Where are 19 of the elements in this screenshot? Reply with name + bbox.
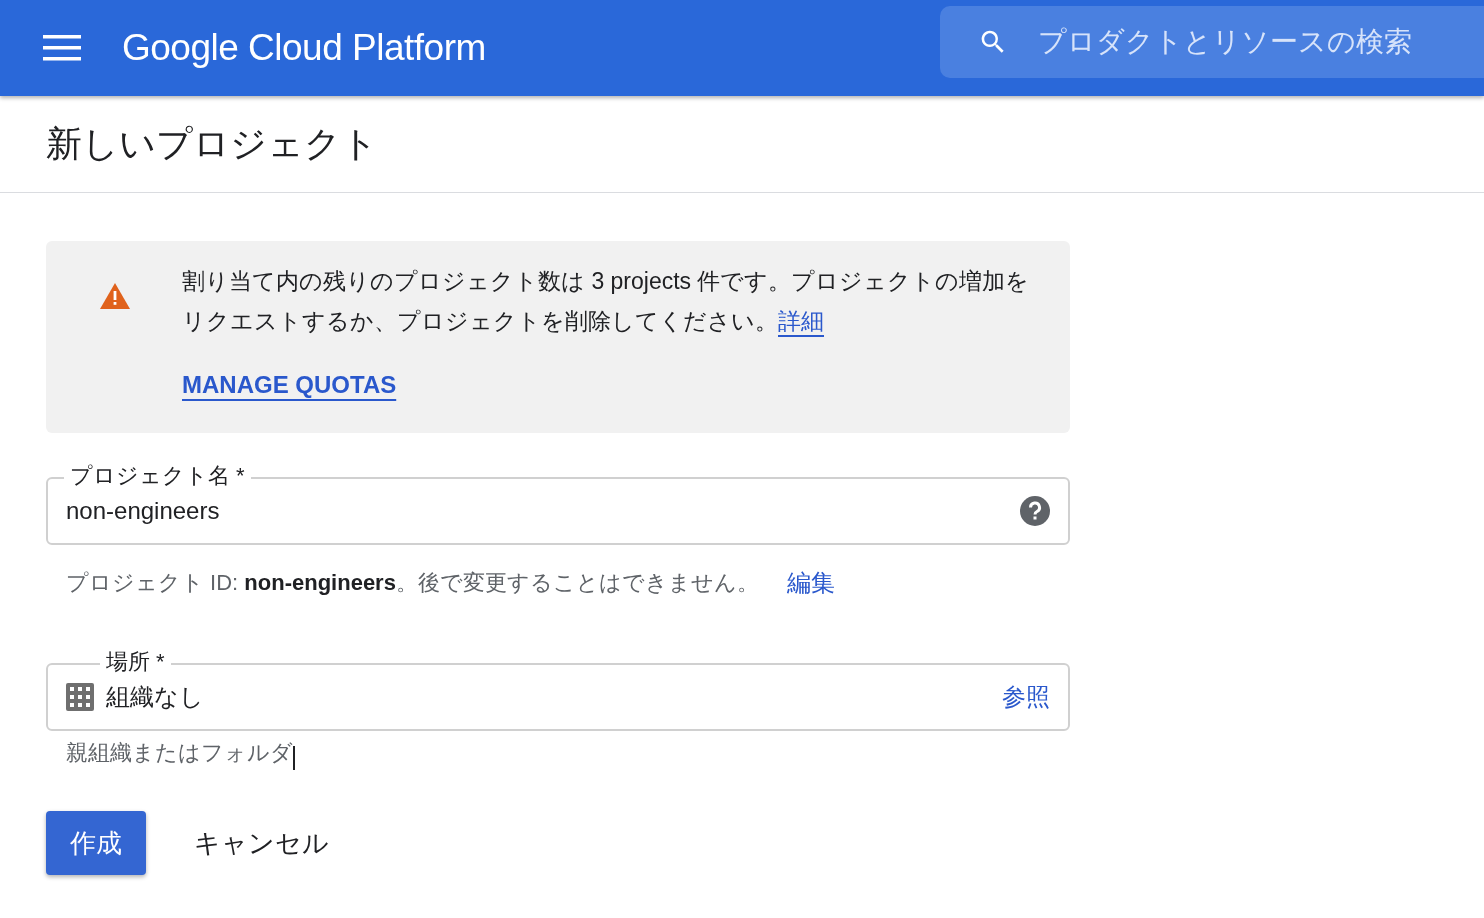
text-cursor-icon <box>293 746 295 770</box>
search-field[interactable]: プロダクトとリソースの検索 <box>1036 25 1484 59</box>
cancel-button[interactable]: キャンセル <box>194 811 329 875</box>
details-link[interactable]: 詳細 <box>778 308 824 334</box>
warning-icon <box>100 283 130 309</box>
building-icon <box>66 683 94 711</box>
hint-text: 親組織またはフォルダ <box>66 739 293 767</box>
app-title: Google Cloud Platform <box>122 27 486 69</box>
quota-message: 割り当て内の残りのプロジェクト数は 3 projects 件です。プロジェクトの増加をリクエストするか、プロジェクトを削除してください。詳細 <box>182 267 1031 336</box>
create-button[interactable]: 作成 <box>46 811 146 875</box>
page-title: 新しいプロジェクト <box>46 121 378 166</box>
edit-button[interactable]: 編集 <box>786 567 835 599</box>
field-value: 組織なし <box>106 682 205 712</box>
manage-quotas-link[interactable]: MANAGE QUOTAS <box>182 371 397 399</box>
help-icon[interactable] <box>1020 496 1050 526</box>
field-value: non-engineers <box>66 497 221 525</box>
project-id-text: プロジェクト ID: non-engineers。後で変更することはできません。 <box>66 569 759 597</box>
browse-button[interactable]: 参照 <box>1002 681 1050 713</box>
search-bar[interactable]: プロダクトとリソースの検索 <box>940 6 1484 78</box>
